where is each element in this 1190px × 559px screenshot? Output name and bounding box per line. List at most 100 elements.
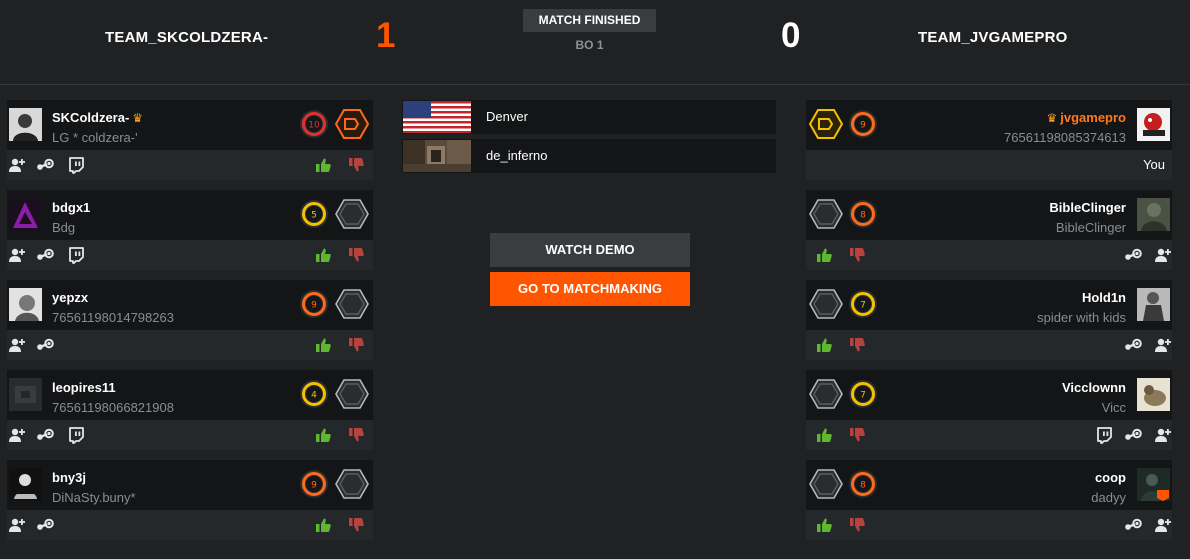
player-name[interactable]: SKColdzera- ♛ <box>52 110 146 125</box>
player-nickname: BibleClinger <box>1055 220 1126 235</box>
skill-level-icon: 4 <box>300 380 328 408</box>
us-flag-icon <box>403 101 471 133</box>
player-avatar[interactable] <box>1137 108 1170 141</box>
player-avatar[interactable] <box>1137 198 1170 231</box>
player-name[interactable]: leopires11 <box>52 380 116 395</box>
thumbs-down-icon[interactable] <box>347 156 365 174</box>
thumbs-up-icon[interactable] <box>314 336 332 354</box>
skill-level-icon: 7 <box>849 380 877 408</box>
skill-level-icon: 7 <box>849 290 877 318</box>
player-avatar[interactable] <box>9 468 42 501</box>
add-friend-icon[interactable] <box>8 156 26 174</box>
rank-badge-icon <box>809 468 843 500</box>
thumbs-up-icon[interactable] <box>314 246 332 264</box>
steam-icon[interactable] <box>36 426 54 444</box>
twitch-icon[interactable] <box>67 156 85 174</box>
player-card: 8 BibleClinger BibleClinger <box>806 190 1172 270</box>
thumbs-up-icon[interactable] <box>815 426 833 444</box>
skill-level-value: 10 <box>308 121 320 131</box>
thumbs-down-icon[interactable] <box>848 426 866 444</box>
you-label: You <box>1143 157 1165 172</box>
skill-level-icon: 9 <box>849 110 877 138</box>
match-status-badge: MATCH FINISHED <box>523 9 656 32</box>
thumbs-up-icon[interactable] <box>815 516 833 534</box>
add-friend-icon[interactable] <box>8 336 26 354</box>
player-avatar[interactable] <box>1137 288 1170 321</box>
thumbs-up-icon[interactable] <box>314 156 332 174</box>
player-nickname: Bdg <box>52 220 76 235</box>
add-friend-icon[interactable] <box>8 426 26 444</box>
team2-name[interactable]: TEAM_JVGAMEPRO <box>918 29 1068 46</box>
player-card: 9 ♛ jvgamepro 76561198085374613 You <box>806 100 1172 180</box>
go-to-matchmaking-button[interactable]: GO TO MATCHMAKING <box>490 272 690 306</box>
skill-level-icon: 5 <box>300 200 328 228</box>
skill-level-value: 7 <box>860 301 866 311</box>
thumbs-up-icon[interactable] <box>815 336 833 354</box>
player-name[interactable]: ♛ jvgamepro <box>1043 110 1126 125</box>
player-avatar[interactable] <box>9 198 42 231</box>
steam-icon[interactable] <box>1124 426 1142 444</box>
add-friend-icon[interactable] <box>1154 426 1172 444</box>
thumbs-down-icon[interactable] <box>848 516 866 534</box>
rank-badge-icon <box>809 288 843 320</box>
player-nickname: Vicc <box>1101 400 1126 415</box>
twitch-icon[interactable] <box>67 426 85 444</box>
skill-level-value: 4 <box>311 391 317 401</box>
player-nickname: DiNaSty.buny* <box>52 490 136 505</box>
rank-badge-icon <box>335 288 369 320</box>
thumbs-down-icon[interactable] <box>347 336 365 354</box>
steam-icon[interactable] <box>36 516 54 534</box>
steam-icon[interactable] <box>36 246 54 264</box>
player-name[interactable]: Vicclownn <box>1062 380 1126 395</box>
steam-icon[interactable] <box>1124 336 1142 354</box>
skill-level-icon: 8 <box>849 200 877 228</box>
player-name[interactable]: bny3j <box>52 470 86 485</box>
add-friend-icon[interactable] <box>8 516 26 534</box>
player-card: yepzx 76561198014798263 9 <box>7 280 373 360</box>
twitch-icon[interactable] <box>67 246 85 264</box>
team1-name[interactable]: TEAM_SKCOLDZERA- <box>105 29 268 46</box>
player-name[interactable]: bdgx1 <box>52 200 90 215</box>
player-name[interactable]: BibleClinger <box>1049 200 1126 215</box>
skill-level-value: 9 <box>311 301 317 311</box>
thumbs-down-icon[interactable] <box>347 246 365 264</box>
thumbs-up-icon[interactable] <box>314 426 332 444</box>
map-row: de_inferno <box>402 139 776 173</box>
add-friend-icon[interactable] <box>1154 246 1172 264</box>
player-name[interactable]: coop <box>1095 470 1126 485</box>
steam-icon[interactable] <box>1124 246 1142 264</box>
crown-icon: ♛ <box>1046 111 1058 125</box>
thumbs-down-icon[interactable] <box>848 246 866 264</box>
skill-level-value: 7 <box>860 391 866 401</box>
player-nickname: spider with kids <box>1037 310 1126 325</box>
thumbs-down-icon[interactable] <box>347 516 365 534</box>
player-nickname: 76561198014798263 <box>52 310 174 325</box>
player-name[interactable]: Hold1n <box>1082 290 1126 305</box>
map-thumbnail <box>403 140 471 172</box>
player-avatar[interactable] <box>9 288 42 321</box>
match-header: TEAM_SKCOLDZERA- 1 MATCH FINISHED BO 1 0… <box>0 0 1190 85</box>
add-friend-icon[interactable] <box>1154 516 1172 534</box>
rank-badge-icon <box>809 198 843 230</box>
player-card: 7 Vicclownn Vicc <box>806 370 1172 450</box>
thumbs-up-icon[interactable] <box>314 516 332 534</box>
player-avatar[interactable] <box>1137 468 1170 501</box>
add-friend-icon[interactable] <box>1154 336 1172 354</box>
player-card: 7 Hold1n spider with kids <box>806 280 1172 360</box>
add-friend-icon[interactable] <box>8 246 26 264</box>
skill-level-value: 8 <box>860 211 866 221</box>
watch-demo-button[interactable]: WATCH DEMO <box>490 233 690 267</box>
thumbs-up-icon[interactable] <box>815 246 833 264</box>
steam-icon[interactable] <box>1124 516 1142 534</box>
player-nickname: 76561198066821908 <box>52 400 174 415</box>
player-name[interactable]: yepzx <box>52 290 88 305</box>
steam-icon[interactable] <box>36 336 54 354</box>
steam-icon[interactable] <box>36 156 54 174</box>
player-avatar[interactable] <box>9 378 42 411</box>
thumbs-down-icon[interactable] <box>347 426 365 444</box>
twitch-icon[interactable] <box>1095 426 1113 444</box>
rank-badge-icon <box>335 468 369 500</box>
player-avatar[interactable] <box>1137 378 1170 411</box>
player-avatar[interactable] <box>9 108 42 141</box>
thumbs-down-icon[interactable] <box>848 336 866 354</box>
